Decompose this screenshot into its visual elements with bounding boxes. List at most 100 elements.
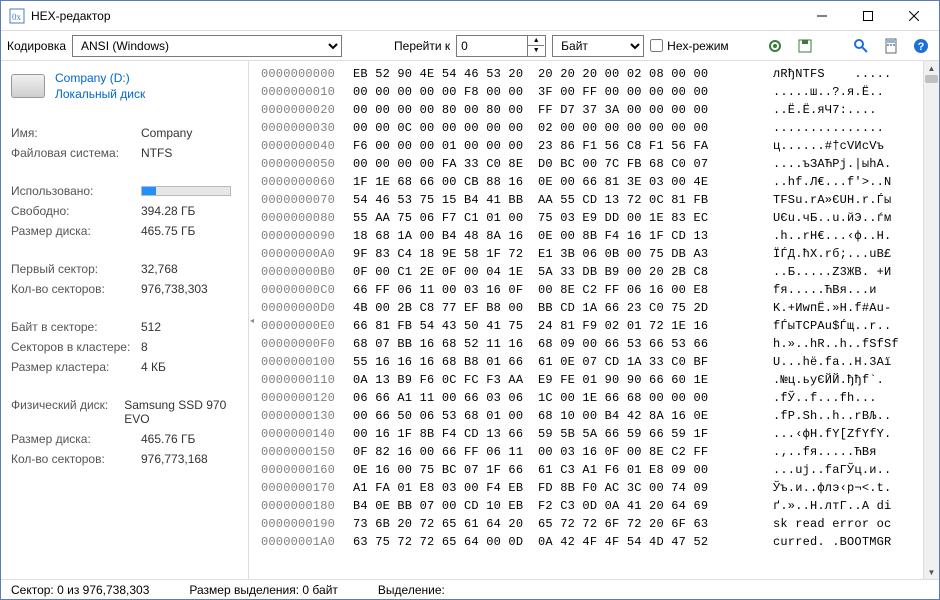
hex-ascii[interactable]: curred. .BOOTMGR [773,533,891,551]
hex-row[interactable]: 000000005000 00 00 00 FA 33 C0 8E D0 BC … [261,155,933,173]
goto-spin-up[interactable]: ▲ [528,36,544,46]
hex-row[interactable]: 000000014000 16 1F 8B F4 CD 13 66 59 5B … [261,425,933,443]
hex-ascii[interactable]: TFSu.rА»ЄUН.r.Ѓы [773,191,891,209]
hex-row[interactable]: 000000002000 00 00 00 80 00 80 00 FF D7 … [261,101,933,119]
hex-bytes[interactable]: A1 FA 01 E8 03 00 F4 EB FD 8B F0 AC 3C 0… [353,479,753,497]
scroll-thumb[interactable] [925,75,938,83]
minimize-button[interactable] [799,1,845,30]
hex-ascii[interactable]: .fЎ..f...fh... [773,389,877,407]
hex-ascii[interactable]: ..hf.Л€...f'>..N [773,173,891,191]
hex-row[interactable]: 000000003000 00 0C 00 00 00 00 00 02 00 … [261,119,933,137]
hex-bytes[interactable]: 18 68 1A 00 B4 48 8A 16 0E 00 8B F4 16 1… [353,227,753,245]
scroll-down-icon[interactable]: ▼ [924,565,939,579]
hex-ascii[interactable]: ..Б.....Z3ЖВ. +И [773,263,891,281]
hex-ascii[interactable]: U...hё.fa..Н.3Аї [773,353,891,371]
hex-ascii[interactable]: .....ш..?.я.Ё.. [773,83,884,101]
vertical-scrollbar[interactable]: ▲ ▼ [923,61,939,579]
hex-row[interactable]: 00000000F068 07 BB 16 68 52 11 16 68 09 … [261,335,933,353]
save-icon[interactable] [793,34,817,58]
hex-bytes[interactable]: F6 00 00 00 01 00 00 00 23 86 F1 56 C8 F… [353,137,753,155]
hex-ascii[interactable]: .№ц.ьуЄЙЙ.ђђf`. [773,371,884,389]
hex-ascii[interactable]: ...‹фН.fY[ZfYfY. [773,425,891,443]
hex-ascii[interactable]: K.+ИwпЁ.»Н.f#Аu- [773,299,891,317]
hex-ascii[interactable]: UЄu.чБ..u.йЭ..ѓм [773,209,891,227]
hex-row[interactable]: 00000000A09F 83 C4 18 9E 58 1F 72 E1 3B … [261,245,933,263]
hex-ascii[interactable]: .h..rH€...‹ф..Н. [773,227,891,245]
goto-input[interactable] [457,39,527,53]
hex-row[interactable]: 00000000E066 81 FB 54 43 50 41 75 24 81 … [261,317,933,335]
hex-bytes[interactable]: B4 0E BB 07 00 CD 10 EB F2 C3 0D 0A 41 2… [353,497,753,515]
hex-row[interactable]: 0000000000EB 52 90 4E 54 46 53 20 20 20 … [261,65,933,83]
hex-bytes[interactable]: 73 6B 20 72 65 61 64 20 65 72 72 6F 72 2… [353,515,753,533]
search-icon[interactable] [849,34,873,58]
hex-row[interactable]: 000000013000 66 50 06 53 68 01 00 68 10 … [261,407,933,425]
hex-row[interactable]: 000000008055 AA 75 06 F7 C1 01 00 75 03 … [261,209,933,227]
hex-ascii[interactable]: лRђNTFS ..... [773,65,891,83]
hex-row[interactable]: 00000001A063 75 72 72 65 64 00 0D 0A 42 … [261,533,933,551]
gear-icon[interactable] [763,34,787,58]
hex-ascii[interactable]: fя.....ЋВя...и [773,281,877,299]
hex-row[interactable]: 00000000C066 FF 06 11 00 03 16 0F 00 8E … [261,281,933,299]
hex-row[interactable]: 00000000601F 1E 68 66 00 CB 88 16 0E 00 … [261,173,933,191]
hex-row[interactable]: 00000000D04B 00 2B C8 77 EF B8 00 BB CD … [261,299,933,317]
help-icon[interactable]: ? [909,34,933,58]
close-button[interactable] [891,1,937,30]
hex-mode-checkbox[interactable] [650,39,663,52]
hex-ascii[interactable]: fЃыТCPАu$Ѓщ..r.. [773,317,891,335]
hex-bytes[interactable]: 55 AA 75 06 F7 C1 01 00 75 03 E9 DD 00 1… [353,209,753,227]
hex-ascii[interactable]: ............... [773,119,884,137]
scroll-up-icon[interactable]: ▲ [924,61,939,75]
maximize-button[interactable] [845,1,891,30]
hex-row[interactable]: 000000019073 6B 20 72 65 61 64 20 65 72 … [261,515,933,533]
hex-bytes[interactable]: 66 81 FB 54 43 50 41 75 24 81 F9 02 01 7… [353,317,753,335]
hex-bytes[interactable]: 63 75 72 72 65 64 00 0D 0A 42 4F 4F 54 4… [353,533,753,551]
goto-unit-select[interactable]: Байт [552,35,644,57]
calc-icon[interactable] [879,34,903,58]
hex-ascii[interactable]: Ўъ.и..флэ‹р¬<.t. [773,479,891,497]
hex-row[interactable]: 00000001600E 16 00 75 BC 07 1F 66 61 C3 … [261,461,933,479]
hex-row[interactable]: 0000000180B4 0E BB 07 00 CD 10 EB F2 C3 … [261,497,933,515]
hex-ascii[interactable]: .fP.Sh..h..rBЉ.. [773,407,891,425]
hex-bytes[interactable]: 00 16 1F 8B F4 CD 13 66 59 5B 5A 66 59 6… [353,425,753,443]
hex-ascii[interactable]: ..Ё.Ё.яЧ7:.... [773,101,877,119]
hex-bytes[interactable]: 0F 82 16 00 66 FF 06 11 00 03 16 0F 00 8… [353,443,753,461]
hex-ascii[interactable]: ґ.»..Н.лтГ..A di [773,497,891,515]
hex-bytes[interactable]: EB 52 90 4E 54 46 53 20 20 20 20 00 02 0… [353,65,753,83]
hex-bytes[interactable]: 9F 83 C4 18 9E 58 1F 72 E1 3B 06 0B 00 7… [353,245,753,263]
hex-ascii[interactable]: .‚..fя.....ЋВя [773,443,877,461]
hex-row[interactable]: 000000012006 66 A1 11 00 66 03 06 1C 00 … [261,389,933,407]
hex-row[interactable]: 00000001500F 82 16 00 66 FF 06 11 00 03 … [261,443,933,461]
hex-bytes[interactable]: 0A 13 B9 F6 0C FC F3 AA E9 FE 01 90 90 6… [353,371,753,389]
hex-row[interactable]: 0000000040F6 00 00 00 01 00 00 00 23 86 … [261,137,933,155]
hex-bytes[interactable]: 1F 1E 68 66 00 CB 88 16 0E 00 66 81 3E 0… [353,173,753,191]
hex-row[interactable]: 00000000B00F 00 C1 2E 0F 00 04 1E 5A 33 … [261,263,933,281]
hex-ascii[interactable]: ...uј..faГЎц.и.. [773,461,891,479]
hex-row[interactable]: 000000007054 46 53 75 15 B4 41 BB AA 55 … [261,191,933,209]
hex-bytes[interactable]: 0F 00 C1 2E 0F 00 04 1E 5A 33 DB B9 00 2… [353,263,753,281]
hex-row[interactable]: 000000010055 16 16 16 68 B8 01 66 61 0E … [261,353,933,371]
hex-row[interactable]: 000000001000 00 00 00 00 F8 00 00 3F 00 … [261,83,933,101]
hex-bytes[interactable]: 0E 16 00 75 BC 07 1F 66 61 C3 A1 F6 01 E… [353,461,753,479]
hex-row[interactable]: 000000009018 68 1A 00 B4 48 8A 16 0E 00 … [261,227,933,245]
hex-bytes[interactable]: 54 46 53 75 15 B4 41 BB AA 55 CD 13 72 0… [353,191,753,209]
hex-bytes[interactable]: 00 00 00 00 FA 33 C0 8E D0 BC 00 7C FB 6… [353,155,753,173]
hex-bytes[interactable]: 00 00 0C 00 00 00 00 00 02 00 00 00 00 0… [353,119,753,137]
hex-ascii[interactable]: ....ъЗАЋРј.|ыhА. [773,155,891,173]
hex-bytes[interactable]: 00 66 50 06 53 68 01 00 68 10 00 B4 42 8… [353,407,753,425]
hex-bytes[interactable]: 00 00 00 00 00 F8 00 00 3F 00 FF 00 00 0… [353,83,753,101]
hex-bytes[interactable]: 68 07 BB 16 68 52 11 16 68 09 00 66 53 6… [353,335,753,353]
hex-bytes[interactable]: 55 16 16 16 68 B8 01 66 61 0E 07 CD 1A 3… [353,353,753,371]
hex-bytes[interactable]: 06 66 A1 11 00 66 03 06 1C 00 1E 66 68 0… [353,389,753,407]
hex-ascii[interactable]: ц......#†сVИсVъ [773,137,884,155]
goto-spin-down[interactable]: ▼ [528,46,544,56]
hex-view[interactable]: 0000000000EB 52 90 4E 54 46 53 20 20 20 … [255,61,939,579]
hex-bytes[interactable]: 00 00 00 00 80 00 80 00 FF D7 37 3A 00 0… [353,101,753,119]
hex-ascii[interactable]: ЇЃД.ћX.rб;...uВ£ [773,245,891,263]
hex-row[interactable]: 0000000170A1 FA 01 E8 03 00 F4 EB FD 8B … [261,479,933,497]
hex-bytes[interactable]: 66 FF 06 11 00 03 16 0F 00 8E C2 FF 06 1… [353,281,753,299]
hex-row[interactable]: 00000001100A 13 B9 F6 0C FC F3 AA E9 FE … [261,371,933,389]
hex-bytes[interactable]: 4B 00 2B C8 77 EF B8 00 BB CD 1A 66 23 C… [353,299,753,317]
hex-ascii[interactable]: h.»..hR..h..fSfSf [773,335,899,353]
hex-ascii[interactable]: sk read error oc [773,515,891,533]
encoding-select[interactable]: ANSI (Windows) [72,35,342,57]
